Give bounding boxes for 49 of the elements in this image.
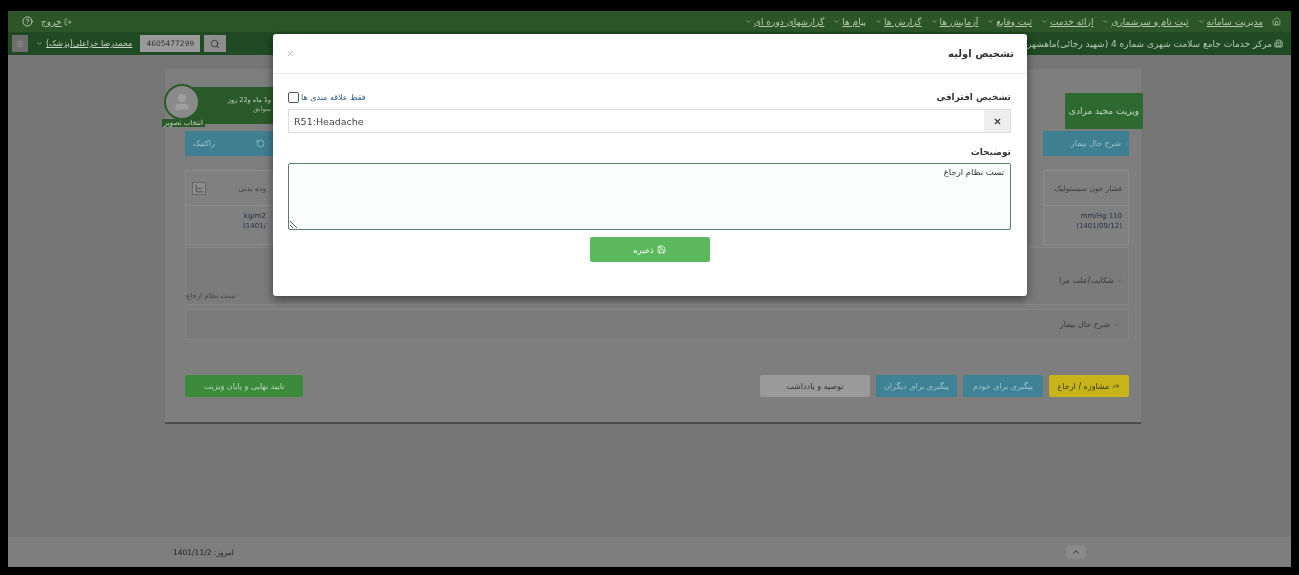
- caret-icon: [1102, 18, 1110, 25]
- dialog-title: تشخیص اولیه: [948, 48, 1014, 59]
- clear-icon: [992, 116, 1002, 126]
- caret-icon: [36, 40, 43, 47]
- caret-icon: [987, 18, 995, 25]
- user-menu[interactable]: محمدرضا خزاعلی(پزشک): [32, 39, 137, 48]
- line-chart-icon: [194, 183, 204, 193]
- field-label: تشخیص افتراقی: [936, 92, 1011, 102]
- person-icon: [172, 91, 192, 112]
- logout-icon: [63, 17, 72, 26]
- notes-field[interactable]: تست نظام ارجاع: [288, 163, 1011, 230]
- caret-icon: [1040, 18, 1048, 25]
- forward-icon: [1112, 382, 1121, 390]
- diagnosis-select[interactable]: R51:Headache: [288, 109, 1011, 133]
- menu-item[interactable]: گزارش ها: [875, 16, 922, 27]
- building-icon: [1274, 39, 1283, 48]
- visit-tab[interactable]: ویزیت مجید مرادی: [1065, 93, 1143, 129]
- caret-icon: [875, 18, 883, 25]
- refresh-icon: [256, 139, 265, 148]
- exit-link[interactable]: خروج: [41, 16, 72, 27]
- field-label: توضیحات: [970, 147, 1011, 157]
- settings-icon: [16, 39, 24, 48]
- menu-item[interactable]: پیام ها: [833, 16, 867, 27]
- caret-icon: [744, 18, 752, 25]
- menu-item[interactable]: ثبت نام و سرشماری: [1102, 16, 1189, 27]
- chevron-up-icon: [1071, 547, 1081, 557]
- caret-icon: [930, 18, 938, 25]
- action-button[interactable]: توصیه و یادداشت: [759, 375, 870, 397]
- search-icon: [210, 38, 221, 49]
- complaint-header[interactable]: شکایت/علت مرا: [1028, 248, 1128, 304]
- finish-visit-button[interactable]: تایید نهایی و پایان ویزیت: [185, 375, 303, 397]
- close-button[interactable]: [286, 49, 295, 58]
- center-name: مرکز خدمات جامع سلامت شهری شماره 4 (شهید رجائی)ماهشهر: [1027, 38, 1272, 49]
- caret-icon: [833, 18, 841, 25]
- menu-item[interactable]: گزارشهای دوره ای: [744, 16, 825, 27]
- chart-icon[interactable]: [192, 181, 206, 195]
- menu-item[interactable]: مدیریت سامانه: [1197, 16, 1263, 27]
- clear-button[interactable]: [984, 110, 1010, 132]
- favorites-checkbox[interactable]: فقط علاقه مندی ها: [288, 91, 366, 103]
- caret-icon: [1197, 18, 1205, 25]
- help-icon[interactable]: [22, 16, 33, 27]
- scroll-top-button[interactable]: [1066, 545, 1086, 559]
- menu-item[interactable]: ارائه خدمت: [1040, 16, 1094, 27]
- menu-item[interactable]: ثبت وقایع: [987, 16, 1032, 27]
- home-icon[interactable]: [1272, 17, 1281, 26]
- action-button[interactable]: مشاوره / ارجاع: [1049, 375, 1129, 397]
- menu-item[interactable]: آزمایش ها: [930, 16, 979, 27]
- search-button[interactable]: [204, 35, 227, 52]
- close-icon: [286, 49, 295, 58]
